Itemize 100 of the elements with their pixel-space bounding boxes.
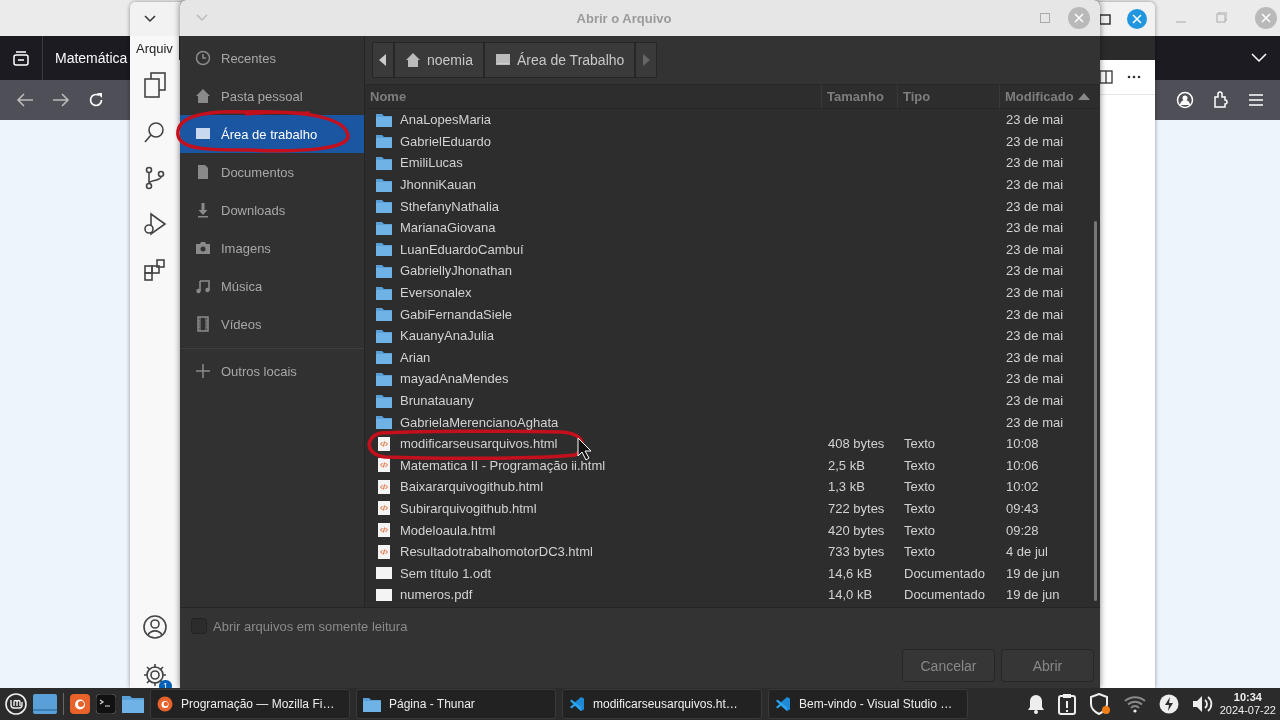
folder-icon (376, 112, 392, 127)
file-type: Texto (904, 501, 936, 516)
account-icon[interactable] (142, 614, 168, 640)
file-name[interactable]: GabriellyJhonathan (400, 263, 513, 279)
file-type: Texto (904, 544, 936, 560)
triangle-right-icon (642, 54, 651, 66)
file-size: 408 bytes (828, 436, 885, 452)
file-name[interactable]: SthefanyNathalia (400, 198, 499, 214)
folder-icon (376, 220, 392, 235)
file-name[interactable]: MarianaGiovana (400, 220, 496, 236)
terminal-icon[interactable] (96, 694, 116, 714)
film-icon (195, 316, 211, 332)
file-name[interactable]: mayadAnaMendes (400, 371, 509, 387)
folder-icon[interactable] (122, 695, 144, 713)
sidebar-item[interactable]: Downloads (180, 191, 364, 229)
branch-icon[interactable] (143, 166, 167, 190)
sidebar-item[interactable]: Documentos (180, 153, 364, 191)
split-editor-icon[interactable] (1099, 70, 1113, 84)
scrollbar[interactable] (1094, 221, 1097, 601)
maximize-icon[interactable] (1099, 13, 1111, 25)
shield-icon[interactable] (1088, 693, 1111, 715)
file-name[interactable]: AnaLopesMaria (400, 112, 492, 128)
forward-icon[interactable] (52, 92, 70, 108)
file-name[interactable]: numeros.pdf (400, 587, 473, 603)
search-icon[interactable] (143, 120, 167, 144)
file-name[interactable]: ResultadotrabalhomotorDC3.html (400, 544, 593, 560)
document-icon (195, 164, 211, 180)
taskbar-button[interactable]: Programação — Mozilla Fi… (150, 689, 350, 719)
gear-icon[interactable] (142, 662, 168, 688)
triangle-left-icon (379, 54, 387, 66)
path-button[interactable]: Área de Trabalho (483, 42, 636, 78)
file-name[interactable]: Subirarquivogithub.html (400, 501, 537, 516)
file-date: 23 de mai (1006, 349, 1064, 365)
sidebar-item[interactable]: Outros locais (180, 352, 364, 390)
sidebar-item[interactable]: Pasta pessoal (180, 77, 364, 115)
clock-date: 2024-07-22 (1219, 704, 1276, 717)
folder-icon (376, 134, 392, 149)
file-date: 23 de mai (1006, 198, 1064, 214)
file-size: 722 bytes (828, 501, 885, 516)
file-name[interactable]: Brunatauany (400, 393, 474, 408)
menu-icon[interactable] (1248, 93, 1264, 107)
clock-time: 10:34 (1233, 691, 1262, 704)
file-name[interactable]: Sem título 1.odt (400, 565, 492, 581)
file-date: 19 de jun (1006, 587, 1060, 603)
camera-icon (195, 240, 211, 256)
folder-icon (376, 263, 392, 278)
bell-icon[interactable] (1026, 694, 1045, 714)
extensions-icon[interactable] (1212, 91, 1230, 109)
taskbar-button[interactable]: Bem-vindo - Visual Studio … (768, 689, 968, 719)
sidebar-item[interactable]: Música (180, 267, 364, 305)
file-date: 4 de jul (1006, 544, 1048, 560)
file-name[interactable]: LuanEduardoCambuí (400, 241, 524, 257)
file-name[interactable]: Modeloaula.html (400, 522, 496, 538)
close-icon (1074, 13, 1084, 23)
reload-icon[interactable] (88, 92, 104, 108)
file-name[interactable]: GabrielEduardo (400, 133, 492, 149)
wifi-icon[interactable] (1123, 695, 1146, 713)
file-name[interactable]: modificarseusarquivos.html (400, 436, 558, 452)
sidebar-item[interactable]: Imagens (180, 229, 364, 267)
taskbar-button[interactable]: modificarseusarquivos.ht… (562, 689, 762, 719)
menu-logo-icon[interactable] (5, 693, 27, 715)
code-editor-icon (775, 696, 791, 712)
file-name[interactable]: GabrielaMerencianoAghata (400, 414, 559, 430)
blocks-icon[interactable] (143, 258, 167, 282)
path-button[interactable]: noemia (394, 42, 484, 78)
file-type: Texto (904, 436, 936, 452)
file-name[interactable]: Matematica II - Programação ii.html (400, 457, 606, 473)
bolt-icon[interactable] (1158, 694, 1179, 714)
menu-item[interactable]: Arquiv (130, 36, 179, 60)
folder-icon (376, 415, 392, 430)
file-type: Documentado (904, 587, 985, 603)
html-file-icon (378, 523, 390, 538)
firefox-icon[interactable] (70, 694, 90, 714)
files-icon[interactable] (143, 72, 167, 98)
volume-icon[interactable] (1191, 694, 1214, 714)
folder-icon (376, 242, 392, 257)
sort-up-icon (1077, 93, 1090, 100)
file-name[interactable]: GabiFernandaSiele (400, 306, 513, 322)
folder-icon (376, 285, 392, 300)
back-icon[interactable] (16, 92, 34, 108)
folder-icon (376, 328, 392, 343)
tab-list-icon[interactable] (12, 50, 30, 66)
file-name[interactable]: Eversonalex (400, 285, 472, 301)
sidebar-item[interactable]: Recentes (180, 39, 364, 77)
file-size: 1,3 kB (828, 479, 865, 495)
file-name[interactable]: JhonniKauan (400, 177, 476, 193)
file-name[interactable]: EmiliLucas (400, 155, 463, 171)
taskbar-button[interactable]: Página - Thunar (356, 689, 556, 719)
sidebar-item[interactable]: Vídeos (180, 305, 364, 343)
file-name[interactable]: Arian (400, 349, 431, 365)
more-icon[interactable] (1127, 75, 1141, 79)
chevron-down-icon[interactable] (144, 15, 156, 23)
clipboard-alert-icon[interactable] (1057, 693, 1076, 715)
scroll-left-button[interactable] (372, 42, 394, 78)
play-bug-icon[interactable] (143, 212, 167, 236)
close-button[interactable] (1127, 9, 1147, 29)
scroll-right-button[interactable] (635, 42, 658, 78)
code-editor-icon (569, 696, 585, 712)
file-name[interactable]: Baixararquivogithub.html (400, 479, 544, 495)
file-name[interactable]: KauanyAnaJulia (400, 328, 494, 344)
